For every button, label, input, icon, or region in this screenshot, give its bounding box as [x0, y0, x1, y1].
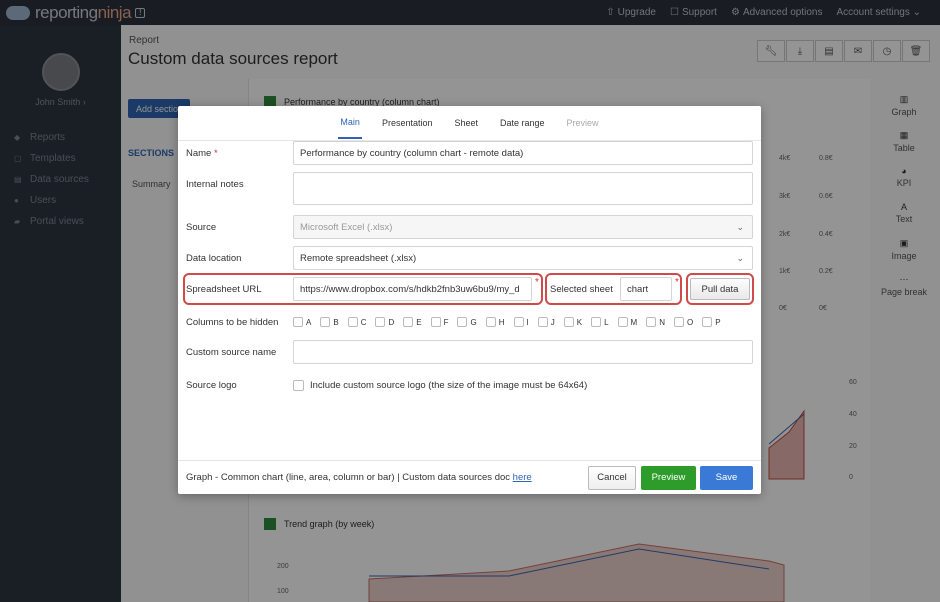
column-checkbox-k[interactable]: K — [563, 317, 582, 327]
column-checkbox-i[interactable]: I — [513, 317, 529, 327]
tab-date-range[interactable]: Date range — [498, 108, 547, 138]
location-select[interactable]: Remote spreadsheet (.xlsx) ⌄ — [293, 246, 753, 270]
required-mark: * — [675, 277, 679, 288]
required-mark: * — [535, 277, 539, 288]
column-checkbox-f[interactable]: F — [430, 317, 448, 327]
chevron-down-icon: ⌄ — [736, 252, 744, 263]
sheet-label: Selected sheet — [550, 283, 613, 295]
columns-row: Columns to be hidden A B C D E F G H I J… — [178, 315, 761, 329]
data-source-modal: Main Presentation Sheet Date range Previ… — [178, 106, 761, 494]
name-row: Name * Performance by country (column ch… — [178, 141, 761, 165]
custom-name-label: Custom source name — [186, 346, 277, 358]
column-checkbox-b[interactable]: B — [320, 317, 339, 327]
preview-button[interactable]: Preview — [641, 465, 696, 490]
url-row: Spreadsheet URL https://www.dropbox.com/… — [178, 277, 761, 301]
source-row: Source Microsoft Excel (.xlsx) ⌄ — [178, 215, 761, 239]
chevron-down-icon: ⌄ — [736, 221, 744, 232]
source-select: Microsoft Excel (.xlsx) ⌄ — [293, 215, 753, 239]
cancel-button[interactable]: Cancel — [588, 465, 636, 490]
name-field[interactable]: Performance by country (column chart - r… — [293, 141, 753, 165]
modal-footer: Graph - Common chart (line, area, column… — [178, 460, 761, 494]
selected-sheet-input[interactable]: chart — [620, 277, 672, 301]
column-checkbox-n[interactable]: N — [646, 317, 665, 327]
modal-tabs: Main Presentation Sheet Date range Previ… — [178, 106, 761, 141]
name-label: Name * — [186, 147, 218, 159]
location-label: Data location — [186, 252, 242, 264]
tab-main[interactable]: Main — [338, 107, 362, 139]
spreadsheet-url-input[interactable]: https://www.dropbox.com/s/hdkb2fnb3uw6bu… — [293, 277, 532, 301]
notes-field[interactable] — [293, 172, 753, 205]
columns-label: Columns to be hidden — [186, 316, 279, 328]
url-label: Spreadsheet URL — [186, 283, 262, 295]
tab-preview: Preview — [566, 118, 599, 128]
column-checkbox-d[interactable]: D — [375, 317, 394, 327]
column-checkbox-o[interactable]: O — [673, 317, 693, 327]
custom-source-name-input[interactable] — [293, 340, 753, 364]
source-logo-label: Source logo — [186, 379, 237, 391]
column-checkbox-j[interactable]: J — [537, 317, 555, 327]
notes-label: Internal notes — [186, 179, 244, 190]
columns-checkboxes: A B C D E F G H I J K L M N O P — [293, 317, 721, 327]
tab-sheet[interactable]: Sheet — [452, 108, 480, 138]
save-button[interactable]: Save — [700, 465, 753, 490]
source-label: Source — [186, 221, 217, 233]
column-checkbox-h[interactable]: H — [485, 317, 505, 327]
source-logo-checkbox[interactable]: Include custom source logo (the size of … — [293, 379, 587, 391]
source-logo-row: Source logo Include custom source logo (… — [178, 377, 761, 393]
footer-text: Graph - Common chart (line, area, column… — [186, 472, 532, 483]
docs-link[interactable]: here — [513, 472, 532, 483]
pull-data-button[interactable]: Pull data — [690, 278, 750, 300]
column-checkbox-p[interactable]: P — [702, 317, 721, 327]
location-row: Data location Remote spreadsheet (.xlsx)… — [178, 246, 761, 270]
column-checkbox-g[interactable]: G — [457, 317, 477, 327]
column-checkbox-a[interactable]: A — [293, 317, 311, 327]
tab-presentation[interactable]: Presentation — [380, 108, 435, 138]
column-checkbox-l[interactable]: L — [591, 317, 609, 327]
column-checkbox-m[interactable]: M — [617, 317, 637, 327]
custom-name-row: Custom source name — [178, 340, 761, 364]
column-checkbox-e[interactable]: E — [403, 317, 422, 327]
column-checkbox-c[interactable]: C — [347, 317, 366, 327]
notes-row: Internal notes — [178, 172, 761, 205]
